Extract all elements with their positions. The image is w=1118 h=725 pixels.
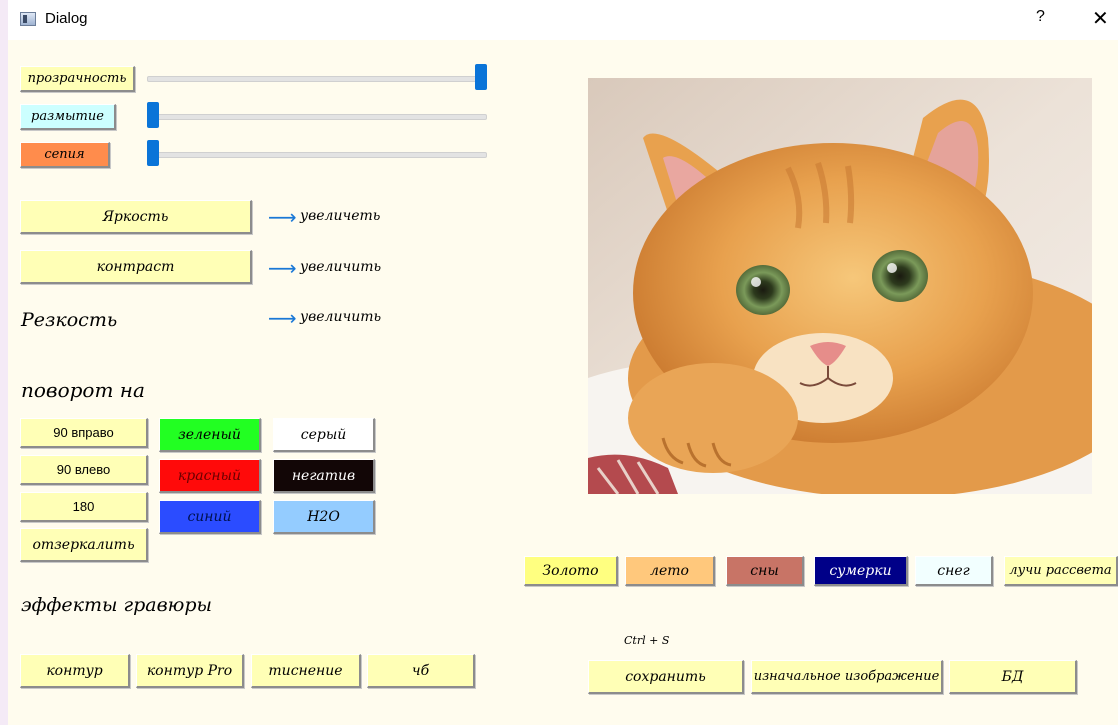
blur-slider[interactable] — [147, 102, 487, 128]
h2o-filter-button[interactable]: H2O — [273, 500, 375, 534]
rotate-left-label: 90 влево — [56, 462, 111, 477]
help-button[interactable]: ? — [1036, 8, 1045, 26]
save-label: сохранить — [625, 668, 706, 685]
save-shortcut-hint: Ctrl + S — [624, 634, 670, 647]
gray-filter-label: серый — [300, 426, 347, 443]
blur-slider-track — [147, 114, 487, 120]
rotate-heading: поворот на — [21, 378, 145, 402]
red-filter-button[interactable]: красный — [159, 459, 261, 493]
contrast-label: контраст — [96, 258, 175, 275]
emboss-label: тиснение — [268, 662, 343, 679]
dreams-preset-button[interactable]: сны — [726, 556, 804, 586]
summer-preset-button[interactable]: лето — [625, 556, 715, 586]
dialog-window: Dialog ? ✕ прозрачность размытие сепия Я… — [8, 0, 1118, 725]
rotate-180-label: 180 — [72, 499, 95, 514]
title-bar: Dialog ? ✕ — [8, 0, 1118, 40]
blue-filter-button[interactable]: синий — [159, 500, 261, 534]
opacity-slider-track — [147, 76, 487, 82]
h2o-filter-label: H2O — [307, 508, 340, 525]
red-filter-label: красный — [177, 467, 242, 484]
arrow-right-icon: ⟶ — [268, 306, 297, 330]
dawn-rays-preset-button[interactable]: лучи рассвета — [1004, 556, 1118, 586]
sepia-slider[interactable] — [147, 140, 487, 166]
engraving-heading: эффекты гравюры — [21, 594, 213, 616]
twilight-preset-button[interactable]: сумерки — [814, 556, 908, 586]
contrast-action[interactable]: увеличить — [300, 259, 381, 275]
gray-filter-button[interactable]: серый — [273, 418, 375, 452]
negative-filter-label: негатив — [291, 467, 356, 484]
blur-slider-handle[interactable] — [147, 102, 159, 128]
window-title: Dialog — [45, 10, 88, 27]
summer-preset-label: лето — [650, 562, 689, 579]
sharpness-action[interactable]: увеличить — [300, 309, 381, 325]
green-filter-label: зеленый — [178, 426, 241, 443]
rotate-right-label: 90 вправо — [53, 425, 114, 440]
opacity-slider-handle[interactable] — [475, 64, 487, 90]
dawn-rays-preset-label: лучи рассвета — [1009, 563, 1112, 578]
snow-preset-button[interactable]: снег — [915, 556, 993, 586]
brightness-action[interactable]: увеличеть — [300, 208, 380, 224]
app-icon — [20, 12, 36, 26]
gold-preset-label: Золото — [542, 562, 599, 579]
emboss-button[interactable]: тиснение — [251, 654, 361, 688]
contour-pro-button[interactable]: контур Pro — [136, 654, 244, 688]
contour-pro-label: контур Pro — [146, 662, 233, 679]
negative-filter-button[interactable]: негатив — [273, 459, 375, 493]
rotate-left-button[interactable]: 90 влево — [20, 455, 148, 485]
contour-label: контур — [46, 662, 103, 679]
blue-filter-label: синий — [187, 508, 232, 525]
sepia-slider-handle[interactable] — [147, 140, 159, 166]
save-button[interactable]: сохранить — [588, 660, 744, 694]
opacity-button[interactable]: прозрачность — [20, 66, 135, 92]
opacity-label: прозрачность — [27, 71, 127, 86]
twilight-preset-label: сумерки — [829, 562, 892, 579]
sepia-label: сепия — [44, 147, 85, 162]
blur-button[interactable]: размытие — [20, 104, 116, 130]
original-image-label: изначальное изображение — [753, 669, 940, 684]
mirror-button[interactable]: отзеркалить — [20, 528, 148, 562]
arrow-right-icon: ⟶ — [268, 256, 297, 280]
rotate-right-button[interactable]: 90 вправо — [20, 418, 148, 448]
mirror-label: отзеркалить — [32, 536, 135, 553]
close-button[interactable]: ✕ — [1092, 6, 1109, 31]
brightness-button[interactable]: Яркость — [20, 200, 252, 234]
database-label: БД — [1001, 668, 1024, 685]
dreams-preset-label: сны — [750, 562, 779, 579]
bw-label: чб — [411, 662, 430, 679]
arrow-right-icon: ⟶ — [268, 205, 297, 229]
brightness-label: Яркость — [102, 208, 169, 225]
snow-preset-label: снег — [937, 562, 970, 579]
cat-photo — [588, 78, 1092, 494]
gold-preset-button[interactable]: Золото — [524, 556, 618, 586]
bw-button[interactable]: чб — [367, 654, 475, 688]
opacity-slider[interactable] — [147, 64, 487, 90]
contrast-button[interactable]: контраст — [20, 250, 252, 284]
sepia-slider-track — [147, 152, 487, 158]
original-image-button[interactable]: изначальное изображение — [751, 660, 943, 694]
image-preview — [588, 78, 1092, 494]
sharpness-label: Резкость — [21, 309, 118, 331]
rotate-180-button[interactable]: 180 — [20, 492, 148, 522]
contour-button[interactable]: контур — [20, 654, 130, 688]
green-filter-button[interactable]: зеленый — [159, 418, 261, 452]
database-button[interactable]: БД — [949, 660, 1077, 694]
sepia-button[interactable]: сепия — [20, 142, 110, 168]
blur-label: размытие — [31, 109, 104, 124]
